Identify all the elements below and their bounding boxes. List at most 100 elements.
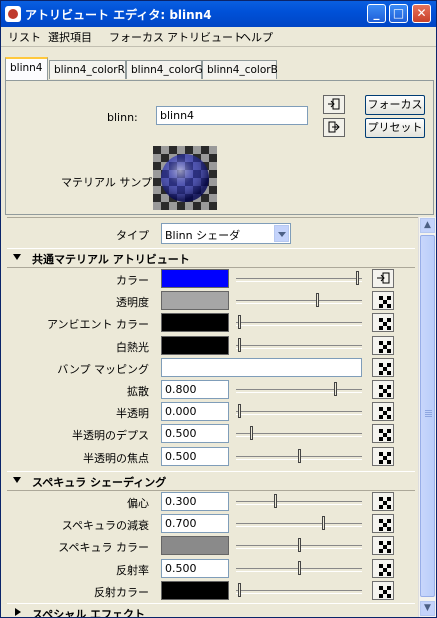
common-attr-color-swatch[interactable] <box>161 269 229 288</box>
slider-knob[interactable] <box>298 448 301 463</box>
common-attr-slider[interactable] <box>236 380 362 399</box>
slider-knob[interactable] <box>250 426 253 441</box>
section-specular-title: スペキュラ シェーディング <box>32 476 167 489</box>
focus-out-icon[interactable] <box>323 118 345 137</box>
chevron-down-icon[interactable] <box>274 225 289 242</box>
map-texture-icon[interactable] <box>372 536 394 556</box>
map-texture-icon[interactable] <box>372 313 394 333</box>
specular-attr-slider[interactable] <box>236 514 362 533</box>
slider-track <box>236 501 362 505</box>
slider-knob[interactable] <box>322 516 325 531</box>
specular-attr-color-swatch[interactable] <box>161 536 229 556</box>
slider-track <box>236 322 362 327</box>
expand-triangle-icon[interactable] <box>13 254 21 260</box>
common-attr-slider[interactable] <box>236 291 362 310</box>
menu-attributes[interactable]: アトリビュート <box>167 29 244 45</box>
slider-knob[interactable] <box>238 315 241 330</box>
specular-attr-slider[interactable] <box>236 536 362 555</box>
title-bar[interactable]: アトリビュート エディタ: blinn4 _ □ ✕ <box>1 1 436 27</box>
maximize-button[interactable]: □ <box>389 4 408 23</box>
specular-attr-value-field[interactable]: 0.500 <box>161 558 229 578</box>
close-button[interactable]: ✕ <box>412 4 431 23</box>
common-attr-color-swatch[interactable] <box>161 291 229 311</box>
map-texture-icon[interactable] <box>372 402 394 422</box>
common-attr-value-field[interactable]: 0.500 <box>161 424 229 444</box>
slider-knob[interactable] <box>356 271 359 285</box>
collapsed-triangle-icon[interactable] <box>15 608 21 616</box>
slider-track <box>236 389 362 393</box>
common-attr-color-swatch[interactable] <box>161 313 229 333</box>
node-tabs: blinn4 blinn4_colorR blinn4_colorG blinn… <box>1 56 436 81</box>
tab-blinn4-colorB[interactable]: blinn4_colorB <box>202 60 278 79</box>
slider-track <box>236 589 362 594</box>
slider-knob[interactable] <box>238 337 241 352</box>
map-texture-icon[interactable] <box>372 446 394 466</box>
tab-blinn4-colorR[interactable]: blinn4_colorR <box>49 60 126 79</box>
common-attr-value-field[interactable]: 0.000 <box>161 402 229 422</box>
map-texture-icon[interactable] <box>372 335 394 355</box>
menu-help[interactable]: ヘルプ <box>240 29 273 45</box>
common-attr-slider[interactable] <box>236 336 362 355</box>
slider-knob[interactable] <box>316 293 319 308</box>
specular-attr-slider[interactable] <box>236 492 362 511</box>
map-texture-icon[interactable] <box>372 424 394 444</box>
specular-attr-label: 反射カラー <box>94 585 149 599</box>
common-attr-color-swatch[interactable] <box>161 335 229 355</box>
slider-knob[interactable] <box>274 494 277 508</box>
attribute-scroll-area[interactable]: タイプ Blinn シェーダ 共通マテリアル アトリビュート スペキュラ シェー… <box>7 217 432 617</box>
specular-attr-color-swatch[interactable] <box>161 580 229 600</box>
map-texture-icon[interactable] <box>372 269 394 288</box>
common-attr-slider[interactable] <box>236 447 362 466</box>
section-special-effects[interactable]: スペシャル エフェクト <box>7 603 415 617</box>
tab-blinn4-colorG[interactable]: blinn4_colorG <box>126 60 203 79</box>
node-name-field[interactable]: blinn4 <box>156 106 308 125</box>
map-texture-icon[interactable] <box>372 357 394 377</box>
map-texture-icon[interactable] <box>372 514 394 534</box>
specular-attr-value-field[interactable]: 0.300 <box>161 492 229 511</box>
focus-in-icon[interactable] <box>323 95 345 114</box>
common-attr-value-field[interactable]: 0.800 <box>161 380 229 399</box>
vertical-scrollbar[interactable]: ▲ ▼ <box>418 217 436 617</box>
scroll-up-icon[interactable]: ▲ <box>420 218 435 233</box>
common-attr-slider[interactable] <box>236 269 362 288</box>
common-attr-label: 半透明のデプス <box>72 429 149 443</box>
common-attr-slider[interactable] <box>236 313 362 332</box>
slider-track <box>236 523 362 528</box>
menu-focus[interactable]: フォーカス <box>109 29 164 45</box>
specular-attr-slider[interactable] <box>236 559 362 578</box>
slider-knob[interactable] <box>298 538 301 553</box>
material-sample-swatch <box>153 146 217 210</box>
type-label: タイプ <box>116 229 149 242</box>
common-attr-label: カラー <box>116 274 149 287</box>
preset-button[interactable]: プリセット <box>365 118 425 138</box>
shader-type-dropdown[interactable]: Blinn シェーダ <box>161 223 291 244</box>
specular-attr-value-field[interactable]: 0.700 <box>161 514 229 534</box>
common-attr-slider[interactable] <box>236 424 362 443</box>
focus-button[interactable]: フォーカス <box>365 95 425 115</box>
map-texture-icon[interactable] <box>372 291 394 311</box>
common-attr-label: 拡散 <box>127 385 149 398</box>
map-texture-icon[interactable] <box>372 580 394 600</box>
map-texture-icon[interactable] <box>372 558 394 578</box>
map-texture-icon[interactable] <box>372 380 394 399</box>
map-texture-icon[interactable] <box>372 492 394 511</box>
slider-knob[interactable] <box>238 582 241 597</box>
common-attr-value-field[interactable]: 0.500 <box>161 446 229 466</box>
scroll-down-icon[interactable]: ▼ <box>420 601 435 616</box>
minimize-button[interactable]: _ <box>367 4 386 23</box>
slider-knob[interactable] <box>334 382 337 396</box>
scroll-thumb[interactable] <box>420 235 435 597</box>
menu-list[interactable]: リスト <box>8 29 41 45</box>
common-attr-map-field[interactable] <box>161 357 362 377</box>
expand-triangle-icon[interactable] <box>13 477 21 483</box>
section-common-material[interactable]: 共通マテリアル アトリビュート <box>7 248 415 268</box>
menu-select[interactable]: 選択項目 <box>48 29 92 45</box>
slider-knob[interactable] <box>298 560 301 575</box>
slider-knob[interactable] <box>238 404 241 419</box>
specular-attr-slider[interactable] <box>236 581 362 600</box>
tab-blinn4[interactable]: blinn4 <box>5 57 48 81</box>
common-attr-label: 透明度 <box>116 296 149 310</box>
section-specular[interactable]: スペキュラ シェーディング <box>7 471 415 491</box>
common-attr-slider[interactable] <box>236 402 362 421</box>
slider-track <box>236 433 362 438</box>
